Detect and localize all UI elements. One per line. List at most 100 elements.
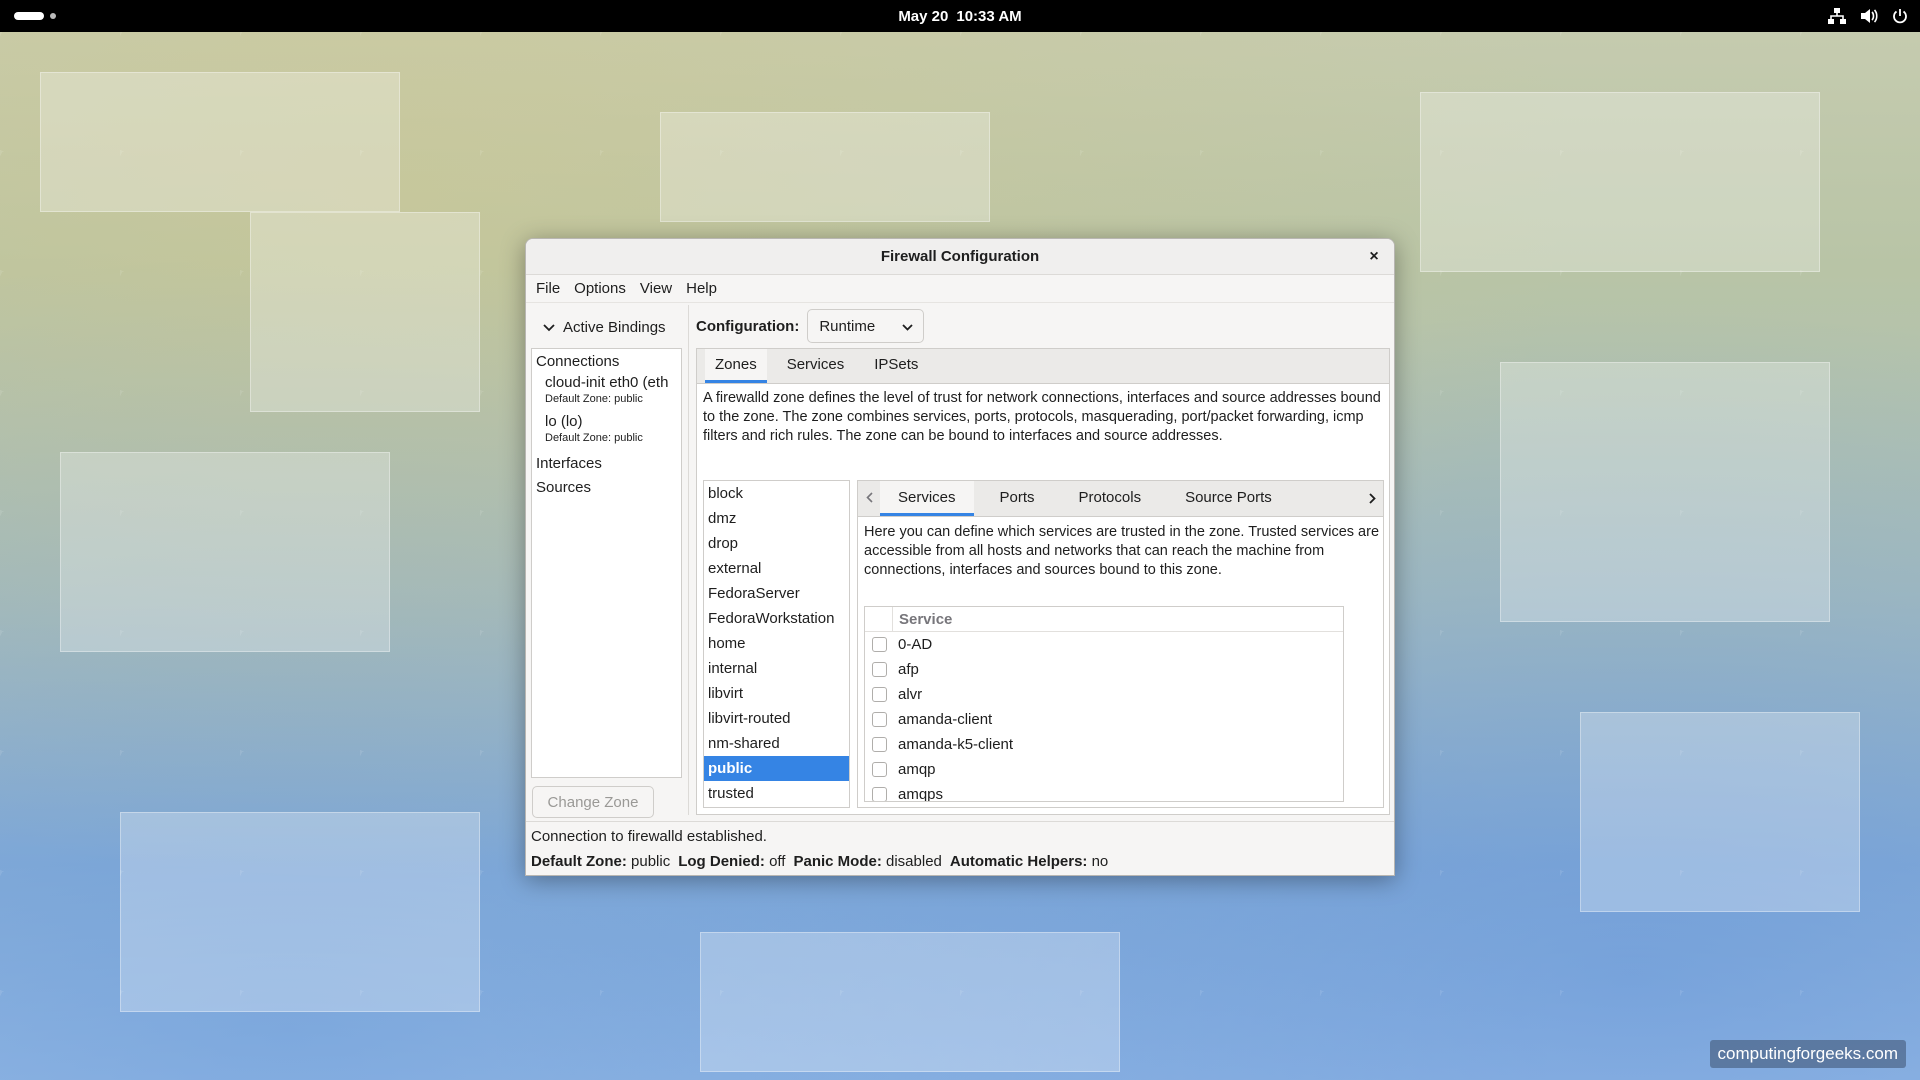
service-row: amanda-k5-client: [865, 732, 1343, 757]
automatic-helpers-value: no: [1091, 853, 1109, 870]
service-checkbox[interactable]: [872, 687, 887, 702]
workspace-indicator-active: [14, 12, 44, 20]
zone-item[interactable]: FedoraServer: [704, 581, 849, 606]
clock-date: May 20: [898, 7, 949, 25]
menu-bar: File Options View Help: [526, 275, 1394, 303]
bindings-tree[interactable]: Connections cloud-init eth0 (eth Default…: [531, 348, 682, 778]
zone-item[interactable]: libvirt: [704, 681, 849, 706]
power-icon: [1892, 8, 1908, 24]
menu-file[interactable]: File: [529, 280, 567, 297]
service-column-header[interactable]: Service: [893, 611, 952, 628]
close-icon: ×: [1369, 248, 1379, 265]
menu-help[interactable]: Help: [679, 280, 724, 297]
log-denied-status: Log Denied: off: [678, 849, 785, 874]
service-row: amqp: [865, 757, 1343, 782]
system-tray[interactable]: [1828, 0, 1908, 32]
menu-view[interactable]: View: [633, 280, 679, 297]
zone-settings-notebook: Services Ports Protocols Source Ports He…: [857, 480, 1384, 808]
firewall-config-window: Firewall Configuration × File Options Vi…: [525, 238, 1395, 876]
active-bindings-panel: Active Bindings Connections cloud-init e…: [526, 305, 689, 818]
activities-button[interactable]: [14, 12, 56, 20]
change-zone-button[interactable]: Change Zone: [532, 786, 654, 818]
service-name: alvr: [898, 686, 923, 703]
default-zone-label: Default Zone:: [531, 853, 627, 870]
service-checkbox[interactable]: [872, 787, 887, 801]
chevron-down-icon: [902, 318, 913, 335]
default-zone-status: Default Zone: public: [531, 849, 670, 874]
configuration-row: Configuration: Runtime: [696, 309, 925, 343]
binding-connection-item[interactable]: lo (lo) Default Zone: public: [532, 412, 681, 451]
zone-item[interactable]: trusted: [704, 781, 849, 806]
tab-services[interactable]: Services: [777, 349, 855, 383]
tab-zone-protocols[interactable]: Protocols: [1061, 481, 1160, 516]
zone-item[interactable]: nm-shared: [704, 731, 849, 756]
connection-zone: Default Zone: public: [545, 393, 643, 405]
log-denied-label: Log Denied:: [678, 853, 765, 870]
zone-item-selected[interactable]: public: [704, 756, 849, 781]
configuration-label: Configuration:: [696, 317, 800, 335]
zone-item[interactable]: home: [704, 631, 849, 656]
clock[interactable]: May 20 10:33 AM: [898, 8, 1021, 25]
bindings-sources-label[interactable]: Sources: [532, 475, 681, 499]
service-checkbox[interactable]: [872, 662, 887, 677]
tab-zone-services[interactable]: Services: [880, 481, 974, 516]
tab-zone-source-ports[interactable]: Source Ports: [1167, 481, 1290, 516]
workspace-indicator: [50, 13, 56, 19]
services-table-header: Service: [865, 607, 1343, 632]
tab-zones[interactable]: Zones: [705, 349, 767, 383]
panic-mode-value: disabled: [886, 853, 942, 870]
connection-zone: Default Zone: public: [545, 432, 643, 444]
title-bar[interactable]: Firewall Configuration ×: [526, 239, 1394, 275]
service-name: amanda-k5-client: [898, 736, 1014, 753]
connection-name: lo (lo): [545, 413, 583, 430]
window-title: Firewall Configuration: [880, 248, 1040, 265]
zones-list: block dmz drop external FedoraServer Fed…: [703, 480, 850, 808]
active-bindings-label: Active Bindings: [563, 319, 666, 336]
bindings-interfaces-label[interactable]: Interfaces: [532, 451, 681, 475]
chevron-right-icon: [1368, 491, 1376, 508]
zone-settings-tabs: Services Ports Protocols Source Ports: [858, 481, 1383, 517]
tabs-scroll-right-button[interactable]: [1361, 481, 1383, 517]
zone-item[interactable]: external: [704, 556, 849, 581]
main-notebook: Zones Services IPSets A firewalld zone d…: [696, 348, 1390, 815]
active-bindings-toggle[interactable]: Active Bindings: [543, 319, 666, 336]
zone-item[interactable]: FedoraWorkstation: [704, 606, 849, 631]
close-button[interactable]: ×: [1364, 247, 1384, 267]
zone-item[interactable]: block: [704, 481, 849, 506]
tab-ipsets[interactable]: IPSets: [864, 349, 928, 383]
services-table: Service 0-AD afp alvr amanda-client aman…: [864, 606, 1344, 802]
top-bar: May 20 10:33 AM: [0, 0, 1920, 32]
services-description: Here you can define which services are t…: [864, 524, 1380, 578]
tabs-scroll-left-button[interactable]: [858, 481, 880, 516]
watermark: computingforgeeks.com: [1709, 1040, 1906, 1068]
zone-item[interactable]: libvirt-routed: [704, 706, 849, 731]
volume-icon: [1860, 8, 1878, 24]
service-row: amanda-client: [865, 707, 1343, 732]
service-row: amqps: [865, 782, 1343, 802]
connection-name: cloud-init eth0 (eth: [545, 374, 669, 391]
clock-time: 10:33 AM: [956, 7, 1022, 25]
service-name: amqp: [898, 761, 936, 778]
configuration-select[interactable]: Runtime: [807, 309, 925, 343]
log-denied-value: off: [769, 853, 786, 870]
zone-item[interactable]: drop: [704, 531, 849, 556]
service-checkbox[interactable]: [872, 712, 887, 727]
automatic-helpers-label: Automatic Helpers:: [949, 853, 1088, 870]
bindings-connections-label[interactable]: Connections: [532, 349, 681, 373]
panic-mode-status: Panic Mode: disabled: [793, 849, 941, 874]
service-row: alvr: [865, 682, 1343, 707]
connection-status: Connection to firewalld established.: [531, 828, 767, 845]
tab-zone-ports[interactable]: Ports: [982, 481, 1053, 516]
service-checkbox[interactable]: [872, 737, 887, 752]
service-checkbox[interactable]: [872, 762, 887, 777]
zone-item[interactable]: internal: [704, 656, 849, 681]
chevron-left-icon: [865, 490, 873, 507]
service-checkbox[interactable]: [872, 637, 887, 652]
menu-options[interactable]: Options: [567, 280, 633, 297]
zone-description: A firewalld zone defines the level of tr…: [703, 390, 1381, 444]
binding-connection-item[interactable]: cloud-init eth0 (eth Default Zone: publi…: [532, 373, 681, 412]
service-name: amqps: [898, 786, 944, 802]
zone-item[interactable]: dmz: [704, 506, 849, 531]
service-name: amanda-client: [898, 711, 993, 728]
status-bar: Connection to firewalld established. Def…: [526, 821, 1394, 875]
